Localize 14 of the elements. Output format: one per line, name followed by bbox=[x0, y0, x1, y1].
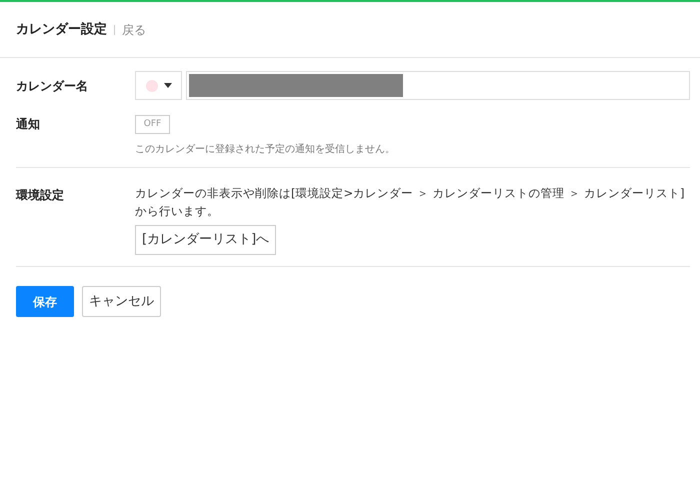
page-title: カレンダー設定 bbox=[16, 20, 107, 39]
cancel-button[interactable]: キャンセル bbox=[82, 286, 161, 317]
color-dropdown[interactable] bbox=[135, 71, 182, 100]
notification-note: このカレンダーに登録された予定の通知を受信しません。 bbox=[135, 142, 396, 157]
notification-toggle[interactable]: OFF bbox=[135, 115, 170, 134]
name-field[interactable] bbox=[186, 71, 690, 100]
caret-icon bbox=[164, 83, 172, 88]
field-label: 通知 bbox=[16, 116, 41, 133]
save-button[interactable]: 保存 bbox=[16, 286, 74, 317]
calendar-list-button[interactable]: [カレンダーリスト]へ bbox=[135, 225, 276, 255]
description-text: カレンダーの非表示や削除は[環境設定>カレンダー ＞ カレンダーリストの管理 ＞ カレンダーリスト]から行います。 bbox=[135, 185, 686, 220]
back-link[interactable]: 戻る bbox=[122, 20, 146, 38]
field-label: 環境設定 bbox=[16, 187, 65, 204]
field-label: カレンダー名 bbox=[16, 78, 89, 94]
